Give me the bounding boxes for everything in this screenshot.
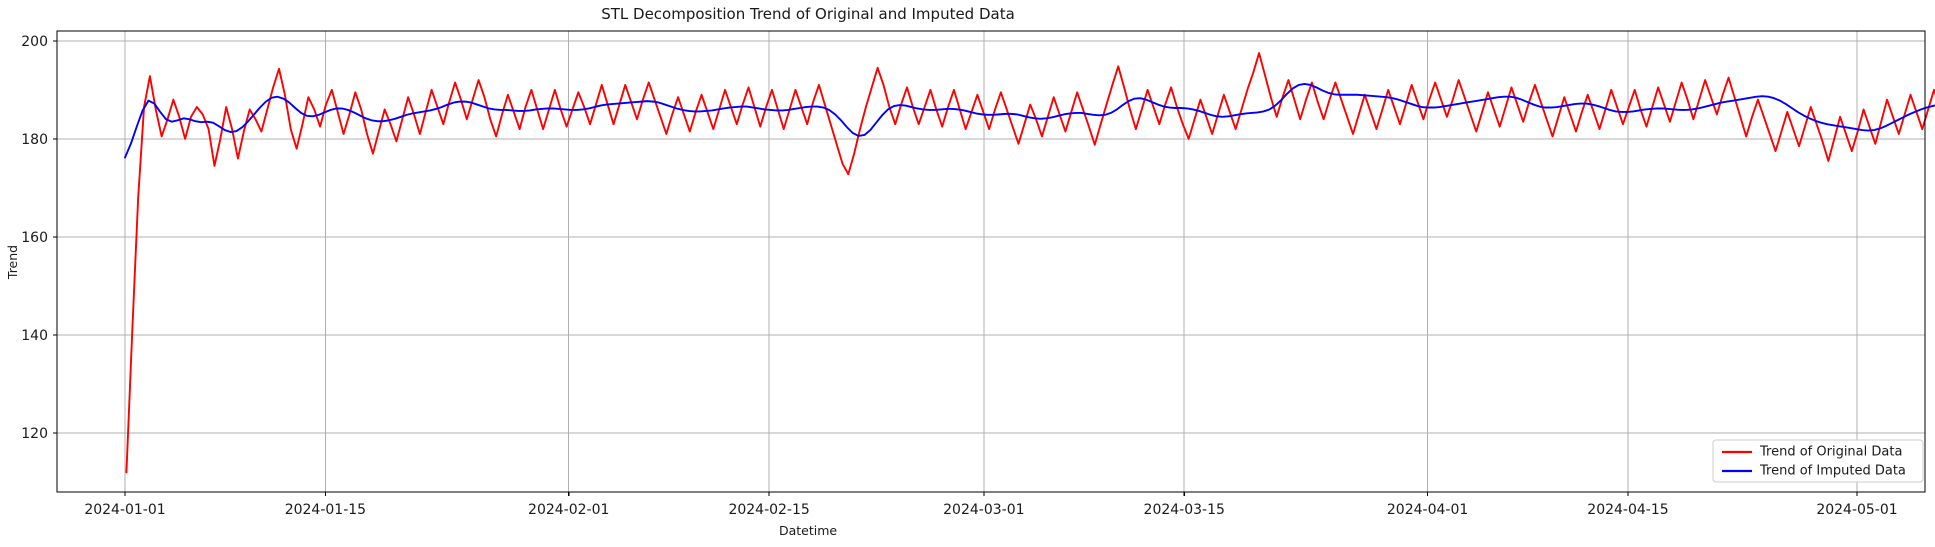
x-tick-label: 2024-02-15: [728, 502, 809, 518]
x-tick-label: 2024-01-15: [285, 502, 366, 518]
x-tick-label: 2024-04-15: [1587, 502, 1668, 518]
plot-area-background: [57, 31, 1925, 492]
x-axis-label: Datetime: [779, 523, 837, 538]
y-tick-label: 160: [21, 230, 48, 246]
x-tick-label: 2024-03-01: [943, 502, 1024, 518]
x-tick-label: 2024-01-01: [84, 502, 165, 518]
legend-label-imputed: Trend of Imputed Data: [1759, 464, 1906, 479]
chart-legend[interactable]: Trend of Original Data Trend of Imputed …: [1712, 439, 1924, 483]
x-tick-label: 2024-02-01: [528, 502, 609, 518]
y-axis-label: Trend: [5, 245, 20, 280]
page-title: STL Decomposition Trend of Original and …: [601, 5, 1015, 23]
stl-trend-chart: STL Decomposition Trend of Original and …: [0, 0, 1935, 547]
x-tick-label: 2024-03-15: [1144, 502, 1225, 518]
y-tick-label: 200: [21, 34, 48, 50]
x-tick-labels: 2024-01-01 2024-01-15 2024-02-01 2024-02-15…: [84, 502, 1897, 518]
x-tick-label: 2024-05-01: [1816, 502, 1897, 518]
y-tick-label: 140: [21, 328, 48, 344]
legend-label-original: Trend of Original Data: [1759, 445, 1902, 460]
y-tick-label: 180: [21, 132, 48, 148]
x-tick-label: 2024-04-01: [1387, 502, 1468, 518]
y-tick-label: 120: [21, 426, 48, 442]
chart-figure: STL Decomposition Trend of Original and …: [0, 0, 1935, 547]
